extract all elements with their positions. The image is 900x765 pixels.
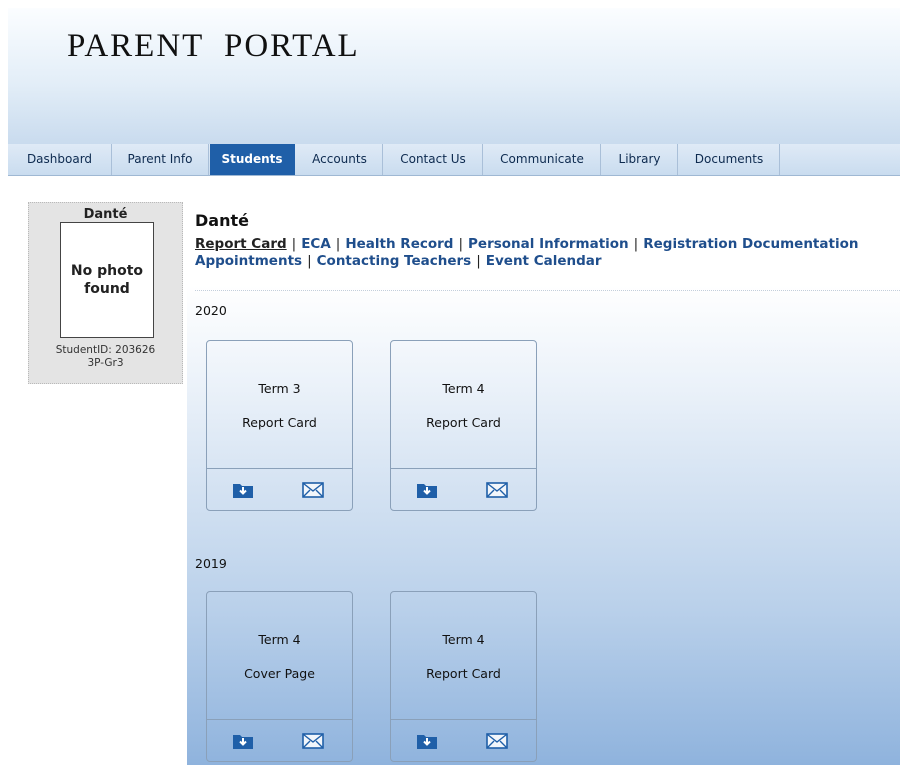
report-card-tile[interactable]: Term 3 Report Card — [206, 340, 353, 511]
link-health-record[interactable]: Health Record — [345, 236, 453, 252]
student-id: StudentID: 203626 — [55, 344, 156, 356]
nav-documents[interactable]: Documents — [679, 144, 780, 175]
link-report-card[interactable]: Report Card — [195, 236, 287, 252]
photo-missing-text: No photo found — [70, 263, 144, 297]
subnav-row-1: Report Card | ECA | Health Record | Personal I… — [195, 236, 900, 253]
envelope-icon[interactable] — [302, 732, 324, 750]
nav-contact-us[interactable]: Contact Us — [384, 144, 483, 175]
card-type: Report Card — [426, 666, 501, 681]
link-contacting-teachers[interactable]: Contacting Teachers — [317, 253, 472, 269]
folder-download-icon[interactable] — [416, 481, 438, 499]
nav-accounts[interactable]: Accounts — [297, 144, 383, 175]
student-id-block: StudentID: 203626 3P-Gr3 — [29, 344, 182, 370]
nav-parent-info[interactable]: Parent Info — [112, 144, 209, 175]
nav-communicate[interactable]: Communicate — [484, 144, 601, 175]
nav-students[interactable]: Students — [210, 144, 295, 175]
subnav-row-2: Appointments | Contacting Teachers | Event C… — [195, 253, 900, 270]
separator: | — [307, 253, 312, 269]
separator: | — [476, 253, 481, 269]
separator: | — [633, 236, 639, 252]
subnav-divider — [195, 290, 900, 291]
student-photo-placeholder: No photo found — [60, 222, 154, 338]
separator: | — [291, 236, 297, 252]
main-nav: Dashboard Parent Info Students Accounts … — [8, 144, 900, 176]
report-card-tile[interactable]: Term 4 Cover Page — [206, 591, 353, 762]
student-card[interactable]: Danté No photo found StudentID: 203626 3… — [28, 202, 183, 384]
link-personal-information[interactable]: Personal Information — [468, 236, 629, 252]
card-term: Term 4 — [442, 632, 485, 647]
link-appointments[interactable]: Appointments — [195, 253, 302, 269]
card-type: Report Card — [242, 415, 317, 430]
card-term: Term 4 — [258, 632, 301, 647]
portal-title: PARENT PORTAL — [67, 28, 360, 64]
envelope-icon[interactable] — [486, 732, 508, 750]
separator: | — [335, 236, 341, 252]
card-term: Term 4 — [442, 381, 485, 396]
year-heading: 2020 — [195, 303, 227, 318]
card-divider — [207, 719, 352, 720]
card-divider — [207, 468, 352, 469]
nav-library[interactable]: Library — [602, 144, 678, 175]
card-divider — [391, 719, 536, 720]
folder-download-icon[interactable] — [232, 481, 254, 499]
folder-download-icon[interactable] — [232, 732, 254, 750]
card-type: Report Card — [426, 415, 501, 430]
envelope-icon[interactable] — [302, 481, 324, 499]
student-name: Danté — [83, 207, 128, 222]
folder-download-icon[interactable] — [416, 732, 438, 750]
report-card-tile[interactable]: Term 4 Report Card — [390, 591, 537, 762]
envelope-icon[interactable] — [486, 481, 508, 499]
link-registration-documentation[interactable]: Registration Documentation — [643, 236, 858, 252]
card-divider — [391, 468, 536, 469]
student-class: 3P-Gr3 — [87, 357, 124, 369]
report-card-tile[interactable]: Term 4 Report Card — [390, 340, 537, 511]
separator: | — [458, 236, 464, 252]
card-type: Cover Page — [244, 666, 315, 681]
content-top-spacer — [8, 176, 900, 190]
page-title: Danté — [195, 211, 249, 230]
page-frame: PARENT PORTAL Dashboard Parent Info Stud… — [8, 8, 900, 765]
portal-header: PARENT PORTAL — [8, 8, 900, 144]
link-eca[interactable]: ECA — [301, 236, 331, 252]
student-detail-panel: Danté Report Card | ECA | Health Record | Pers… — [187, 190, 900, 765]
year-heading: 2019 — [195, 556, 227, 571]
student-subnav: Report Card | ECA | Health Record | Personal I… — [195, 236, 900, 270]
link-event-calendar[interactable]: Event Calendar — [486, 253, 602, 269]
nav-dashboard[interactable]: Dashboard — [8, 144, 112, 175]
card-term: Term 3 — [258, 381, 301, 396]
